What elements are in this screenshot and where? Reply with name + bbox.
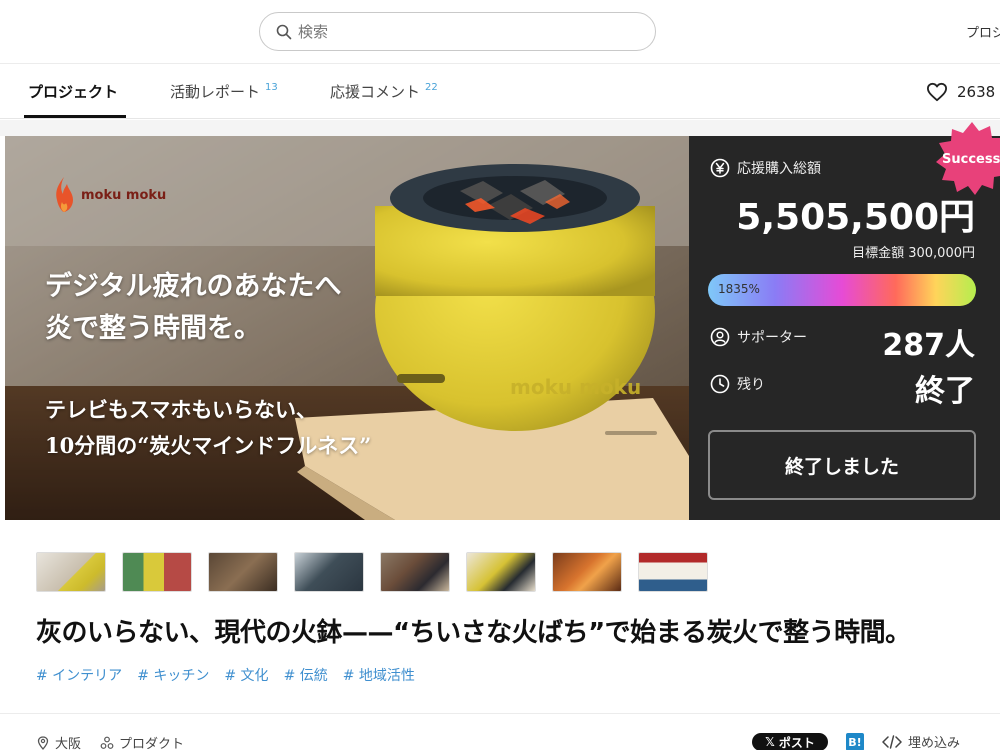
thumbnail[interactable] bbox=[466, 552, 536, 592]
tab-activity-report[interactable]: 活動レポート 13 bbox=[170, 81, 278, 102]
category-label: プロダクト bbox=[119, 737, 185, 750]
thumbnail[interactable] bbox=[208, 552, 278, 592]
hatena-bookmark-button[interactable]: B! bbox=[846, 733, 864, 750]
ended-button[interactable]: 終了しました bbox=[708, 430, 976, 500]
hero-subheadline-line-1: テレビもスマホもいらない、 bbox=[45, 397, 317, 422]
embed-button[interactable]: 埋め込み bbox=[882, 732, 960, 750]
goal-amount: 目標金額 300,000円 bbox=[852, 246, 975, 261]
tab-activity-report-count: 13 bbox=[265, 82, 278, 93]
thumbnail-strip bbox=[36, 552, 724, 592]
search-box[interactable] bbox=[259, 12, 656, 51]
hatena-icon: B! bbox=[848, 735, 862, 749]
tab-comments-count: 22 bbox=[425, 82, 438, 93]
total-label: 応援購入総額 bbox=[737, 161, 821, 177]
success-badge: Success! bbox=[942, 152, 1000, 167]
tab-project-label: プロジェクト bbox=[28, 83, 119, 101]
tag-link[interactable]: # キッチン bbox=[137, 665, 209, 685]
thumbnail[interactable] bbox=[380, 552, 450, 592]
svg-text:moku moku: moku moku bbox=[510, 375, 641, 399]
project-title: 灰のいらない、現代の火鉢——“ちいさな火ばち”で始まる炭火で整う時間。 bbox=[36, 618, 911, 648]
hero-headline: デジタル疲れのあなたへ 炎で整う時間を。 bbox=[45, 266, 465, 350]
like-button[interactable]: 2638 bbox=[926, 82, 995, 102]
total-label-row: 応援購入総額 bbox=[710, 158, 821, 178]
thumbnail[interactable] bbox=[122, 552, 192, 592]
brand-logo: moku moku bbox=[53, 176, 166, 214]
progress-bar: 1835% bbox=[708, 274, 976, 306]
location-label: 大阪 bbox=[55, 737, 82, 750]
search-input[interactable] bbox=[298, 22, 618, 41]
thumbnail[interactable] bbox=[552, 552, 622, 592]
tab-activity-report-label: 活動レポート bbox=[170, 83, 261, 101]
tab-project[interactable]: プロジェクト bbox=[28, 81, 118, 102]
hero-subheadline: テレビもスマホもいらない、 10分間の“炭火マインドフルネス” bbox=[45, 392, 515, 464]
thumbnail[interactable] bbox=[638, 552, 708, 592]
thumbnail[interactable] bbox=[36, 552, 106, 592]
hero-image[interactable]: moku moku moku moku デジタル疲れのあなたへ 炎で整う時間を。… bbox=[5, 136, 689, 520]
brand-name: moku moku bbox=[81, 187, 167, 203]
code-icon bbox=[882, 734, 902, 749]
like-count: 2638 bbox=[957, 83, 996, 101]
category[interactable]: プロダクト bbox=[100, 733, 184, 750]
heart-icon bbox=[927, 82, 947, 102]
total-amount: 5,505,500円 bbox=[736, 197, 975, 238]
section-spacer bbox=[0, 120, 1000, 136]
hero-subheadline-line-2: 10分間の“炭火マインドフルネス” bbox=[45, 433, 372, 458]
tag-list: # インテリア # キッチン # 文化 # 伝統 # 地域活性 bbox=[36, 665, 430, 685]
flame-logo-icon bbox=[56, 177, 73, 212]
tag-link[interactable]: # 伝統 bbox=[284, 665, 328, 685]
meta-divider bbox=[0, 713, 1000, 714]
remaining-value: 終了 bbox=[915, 374, 975, 409]
tag-link[interactable]: # 文化 bbox=[224, 665, 268, 685]
yen-icon bbox=[710, 158, 730, 178]
header-project-link[interactable]: プロジ bbox=[966, 22, 1000, 41]
thumbnail[interactable] bbox=[294, 552, 364, 592]
x-post-button[interactable]: 𝕏 ポスト bbox=[752, 733, 828, 750]
supporters-count: 287人 bbox=[882, 328, 975, 363]
top-header: プロジ bbox=[0, 0, 1000, 64]
progress-percent: 1835% bbox=[718, 282, 760, 296]
location-pin-icon bbox=[37, 735, 49, 750]
tab-comments-label: 応援コメント bbox=[330, 83, 421, 101]
location[interactable]: 大阪 bbox=[36, 733, 81, 750]
active-tab-indicator bbox=[24, 115, 126, 118]
x-logo-icon: 𝕏 bbox=[765, 735, 775, 749]
x-post-label: ポスト bbox=[778, 735, 815, 750]
category-icon bbox=[100, 736, 114, 749]
search-icon bbox=[276, 24, 292, 39]
project-tabs: プロジェクト 活動レポート 13 応援コメント 22 2638 bbox=[0, 64, 1000, 119]
embed-label: 埋め込み bbox=[908, 736, 961, 750]
tag-link[interactable]: # インテリア bbox=[36, 665, 122, 685]
hero-headline-line-1: デジタル疲れのあなたへ bbox=[45, 271, 342, 302]
hero-headline-line-2: 炎で整う時間を。 bbox=[45, 313, 261, 344]
tag-link[interactable]: # 地域活性 bbox=[343, 665, 415, 685]
tab-comments[interactable]: 応援コメント 22 bbox=[330, 81, 438, 102]
